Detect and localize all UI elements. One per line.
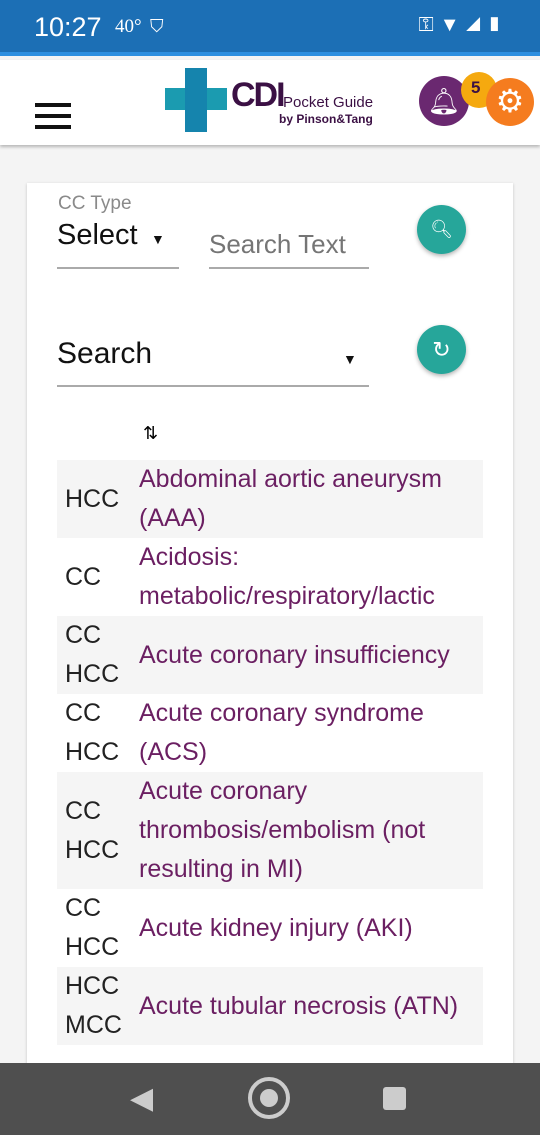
navigation-bar: ◀ — [0, 1063, 540, 1135]
search-input[interactable] — [209, 221, 369, 269]
cc-type-cell: CC HCC — [65, 699, 120, 766]
table-row[interactable]: CC Acidosis: metabolic/respiratory/lactic — [57, 538, 483, 616]
signal-icon: ◢ — [465, 14, 487, 36]
table-row[interactable]: CC HCC Acute coronary insufficiency — [57, 616, 483, 694]
condition-link[interactable]: Acute coronary thrombosis/embolism (not … — [139, 772, 483, 889]
condition-link[interactable]: Acute coronary insufficiency — [139, 636, 483, 675]
cc-type-cell: CC — [65, 562, 102, 591]
menu-icon[interactable] — [35, 103, 71, 136]
temperature: 40° — [115, 16, 142, 37]
recents-icon[interactable] — [383, 1087, 406, 1110]
shield-icon: ⛉ — [150, 16, 164, 36]
cc-type-cell: CC HCC — [65, 894, 120, 961]
cc-type-cell: HCC MCC — [65, 972, 122, 1039]
cc-type-cell: CC HCC — [65, 796, 120, 864]
cc-type-label: CC Type — [58, 193, 132, 214]
table-row[interactable]: CC HCC Acute kidney injury (AKI) — [57, 889, 483, 967]
search-dropdown[interactable]: Search ▼ — [57, 331, 369, 387]
chevron-down-icon: ▼ — [343, 351, 357, 367]
cc-type-cell: CC HCC — [65, 621, 120, 688]
condition-link[interactable]: Acidosis: metabolic/respiratory/lactic — [139, 538, 483, 616]
condition-link[interactable]: Acute tubular necrosis (ATN) — [139, 987, 483, 1026]
condition-link[interactable]: Acute coronary syndrome (ACS) — [139, 694, 483, 772]
search-button[interactable]: 🔍︎ — [417, 205, 466, 254]
search-icon: 🔍︎ — [430, 219, 453, 239]
chevron-down-icon: ▼ — [151, 231, 165, 247]
system-icons: ⚿▼◢▮ — [419, 14, 509, 37]
sort-icon[interactable]: ⇅ — [143, 423, 158, 444]
condition-link[interactable]: Abdominal aortic aneurysm (AAA) — [139, 460, 483, 538]
cc-type-select[interactable]: Select ▼ — [57, 219, 179, 269]
status-bar: 10:27 40° ⛉ ⚿▼◢▮ — [0, 0, 540, 56]
results-table: HCC Abdominal aortic aneurysm (AAA) CC Acid… — [57, 460, 483, 1045]
table-row[interactable]: HCC MCC Acute tubular necrosis (ATN) — [57, 967, 483, 1045]
back-icon[interactable]: ◀ — [130, 1081, 153, 1116]
home-icon[interactable] — [248, 1077, 290, 1119]
gear-icon[interactable]: ⚙ — [486, 78, 534, 126]
refresh-icon: ↻ — [432, 337, 451, 362]
table-row[interactable]: CC HCC Acute coronary thrombosis/embolism … — [57, 772, 483, 889]
search-card: CC Type Select▼ 🔍︎ Search▼ ↻ ⇅ HCC Abdomi… — [27, 183, 513, 1083]
table-row[interactable]: CC HCC Acute coronary syndrome (ACS) — [57, 694, 483, 772]
vpn-key-icon: ⚿ — [418, 14, 440, 36]
battery-icon: ▮ — [486, 14, 508, 36]
condition-link[interactable]: Acute kidney injury (AKI) — [139, 909, 483, 948]
cc-type-cell: HCC — [65, 484, 120, 513]
app-bar: CDI Pocket Guide by Pinson&Tang 🔔︎ 5 ⚙ — [0, 60, 540, 145]
table-row[interactable]: HCC Abdominal aortic aneurysm (AAA) — [57, 460, 483, 538]
refresh-button[interactable]: ↻ — [417, 325, 466, 374]
logo: CDI Pocket Guide by Pinson&Tang — [165, 68, 380, 140]
clock: 10:27 — [34, 12, 102, 42]
wifi-icon: ▼ — [439, 14, 466, 36]
